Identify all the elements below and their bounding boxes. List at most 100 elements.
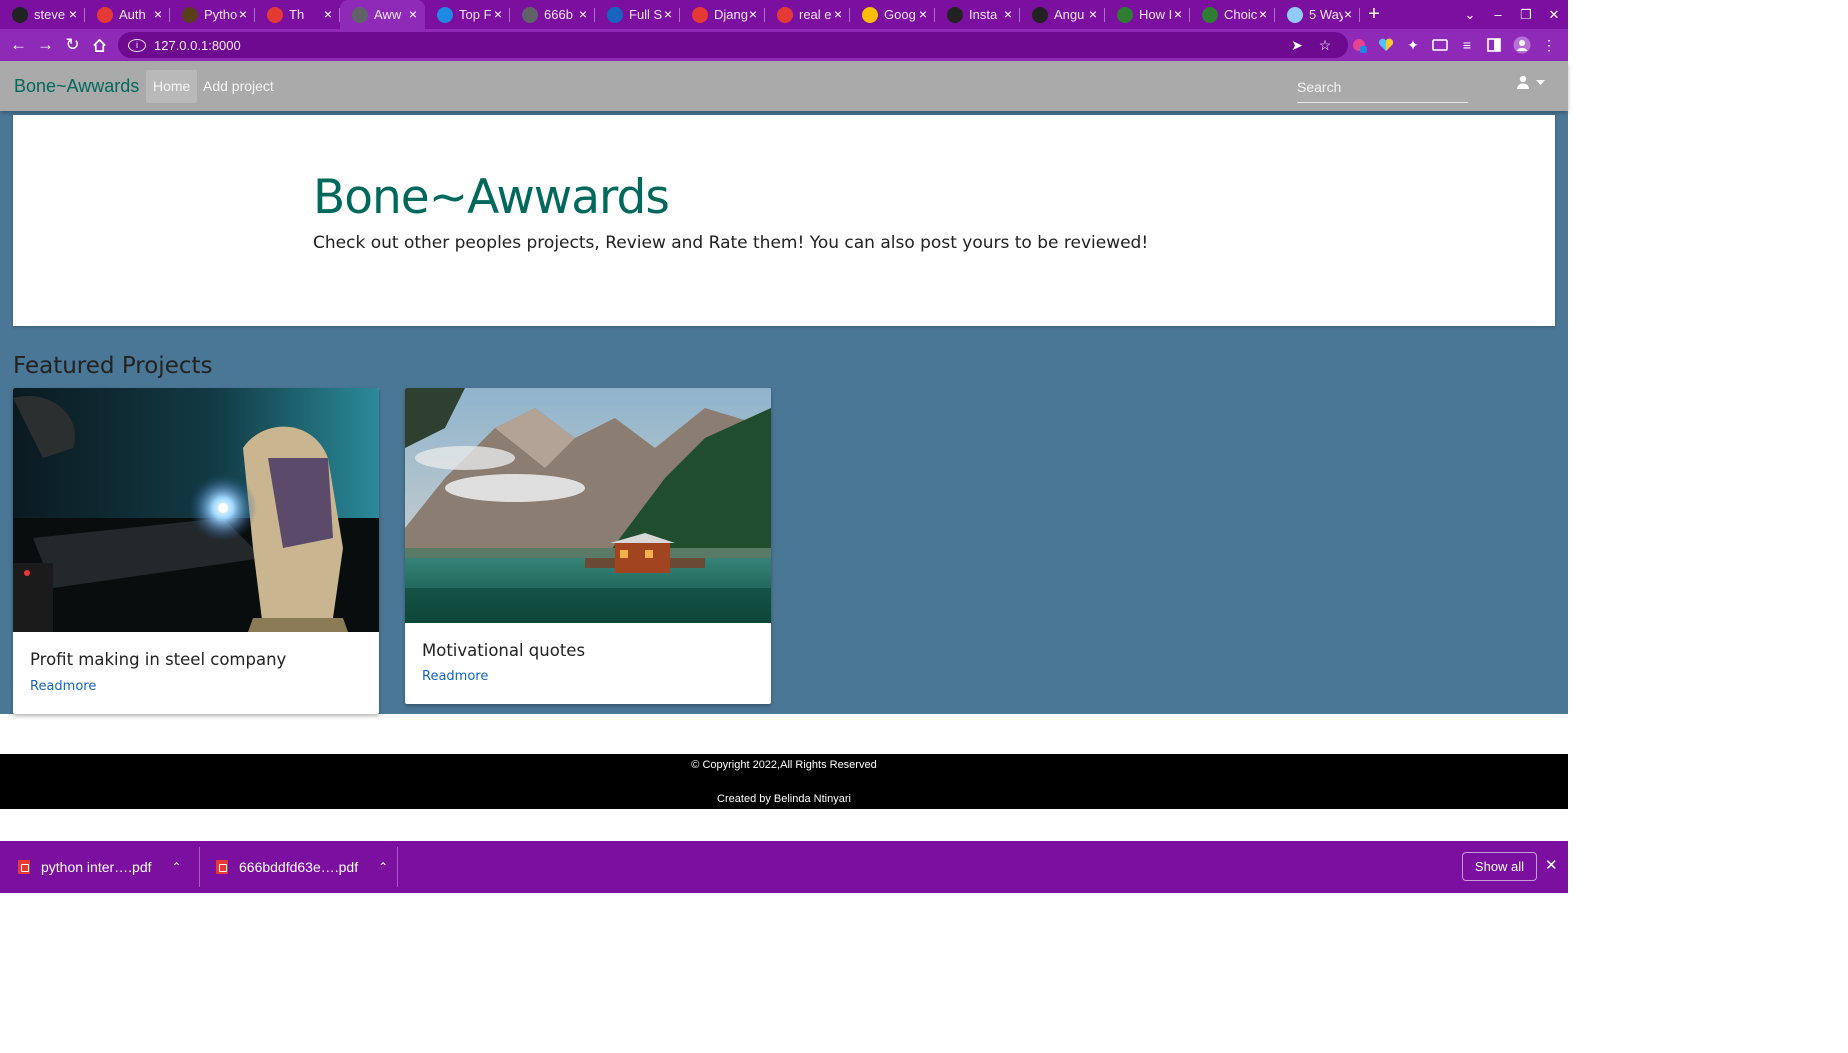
browser-tab[interactable]: Top F × bbox=[425, 0, 510, 29]
browser-tab[interactable]: Pytho × bbox=[170, 0, 255, 29]
youtube-icon bbox=[692, 6, 708, 23]
tab-close-icon[interactable]: × bbox=[409, 7, 417, 21]
browser-menu-icon[interactable]: ⋮ bbox=[1536, 29, 1562, 61]
globe-icon bbox=[522, 6, 538, 23]
tab-close-icon[interactable]: × bbox=[1004, 7, 1012, 21]
browser-tab[interactable]: Full S × bbox=[595, 0, 680, 29]
chevron-up-icon[interactable]: ⌃ bbox=[172, 860, 182, 874]
tab-search-icon[interactable]: ⌄ bbox=[1456, 7, 1484, 23]
search-placeholder: Search bbox=[1297, 79, 1342, 95]
show-all-button[interactable]: Show all bbox=[1462, 852, 1537, 881]
browser-tab[interactable]: Insta × bbox=[935, 0, 1020, 29]
reading-list-icon[interactable]: ≡ bbox=[1454, 29, 1480, 61]
hero-title: Bone~Awwards bbox=[313, 170, 670, 225]
browser-tab[interactable]: Djang × bbox=[680, 0, 765, 29]
tab-title: Auth bbox=[119, 7, 146, 22]
tab-close-icon[interactable]: × bbox=[154, 7, 162, 21]
tab-close-icon[interactable]: × bbox=[834, 7, 842, 21]
tab-close-icon[interactable]: × bbox=[1259, 7, 1267, 21]
readmore-link[interactable]: Readmore bbox=[30, 679, 96, 694]
nav-add-project-link[interactable]: Add project bbox=[196, 70, 281, 103]
user-menu-dropdown[interactable] bbox=[1516, 75, 1545, 89]
tab-close-icon[interactable]: × bbox=[919, 7, 927, 21]
link-icon bbox=[1117, 6, 1133, 23]
browser-tab[interactable]: How I × bbox=[1105, 0, 1190, 29]
tab-close-icon[interactable]: × bbox=[494, 7, 502, 21]
reload-button[interactable]: ↻ bbox=[59, 29, 86, 61]
tab-close-icon[interactable]: × bbox=[1089, 7, 1097, 21]
tab-close-icon[interactable]: × bbox=[1174, 7, 1182, 21]
maximize-icon[interactable]: ❐ bbox=[1512, 7, 1540, 23]
tab-title: Angu bbox=[1054, 7, 1085, 22]
browser-tab[interactable]: Choic × bbox=[1190, 0, 1275, 29]
web-page: Bone~Awwards Home Add project Search Bon… bbox=[0, 61, 1568, 841]
forward-button[interactable]: → bbox=[32, 29, 59, 61]
heart-extension-icon[interactable] bbox=[1373, 29, 1399, 61]
download-item[interactable]: python inter….pdf ⌃ bbox=[0, 841, 200, 893]
tab-title: 5 Way bbox=[1309, 7, 1343, 22]
window-close-icon[interactable]: ✕ bbox=[1540, 7, 1568, 23]
google-drive-icon bbox=[862, 6, 878, 23]
search-input[interactable]: Search bbox=[1297, 76, 1468, 103]
link-icon bbox=[1202, 6, 1218, 23]
browser-tab[interactable]: steve × bbox=[0, 0, 85, 29]
cast-icon[interactable] bbox=[1427, 29, 1453, 61]
browser-tab[interactable]: Auth × bbox=[85, 0, 170, 29]
tab-close-icon[interactable]: × bbox=[579, 7, 587, 21]
chevron-up-icon[interactable]: ⌃ bbox=[378, 860, 388, 874]
browser-tab[interactable]: 666b × bbox=[510, 0, 595, 29]
download-filename: python inter….pdf bbox=[41, 859, 152, 875]
tab-close-icon[interactable]: × bbox=[749, 7, 757, 21]
tab-title: real e bbox=[799, 7, 832, 22]
youtube-icon bbox=[97, 6, 113, 23]
brand-link[interactable]: Bone~Awwards bbox=[14, 76, 139, 97]
browser-tab[interactable]: Aww × bbox=[340, 0, 425, 29]
send-icon[interactable]: ➤ bbox=[1284, 29, 1310, 61]
github-icon bbox=[947, 6, 963, 23]
profile-avatar-icon[interactable] bbox=[1509, 29, 1535, 61]
site-info-icon[interactable]: i bbox=[128, 38, 146, 52]
tab-close-icon[interactable]: × bbox=[239, 7, 247, 21]
extension-badge-icon[interactable] bbox=[1346, 29, 1372, 61]
url-text: 127.0.0.1:8000 bbox=[154, 37, 241, 53]
youtube-icon bbox=[267, 6, 283, 23]
tab-close-icon[interactable]: × bbox=[664, 7, 672, 21]
address-bar: ← → ↻ i 127.0.0.1:8000 ➤ ☆ ✦ ≡ ⋮ bbox=[0, 29, 1568, 61]
footer-copyright: © Copyright 2022,All Rights Reserved bbox=[691, 759, 877, 771]
browser-tab[interactable]: 5 Way × bbox=[1275, 0, 1360, 29]
python-icon bbox=[182, 6, 198, 23]
globe-icon bbox=[352, 6, 368, 23]
app-icon bbox=[1032, 6, 1048, 23]
tab-title: How I bbox=[1139, 7, 1173, 22]
download-filename: 666bddfd63e….pdf bbox=[239, 859, 359, 875]
omnibox[interactable]: i 127.0.0.1:8000 bbox=[118, 32, 1348, 58]
tab-close-icon[interactable]: × bbox=[69, 7, 77, 21]
download-item[interactable]: 666bddfd63e….pdf ⌃ bbox=[200, 841, 398, 893]
youtube-icon bbox=[777, 6, 793, 23]
browser-tab[interactable]: Th × bbox=[255, 0, 340, 29]
tab-close-icon[interactable]: × bbox=[1344, 7, 1352, 21]
user-icon bbox=[1517, 75, 1529, 89]
tab-title: Top F bbox=[459, 7, 492, 22]
tab-title: 666b bbox=[544, 7, 573, 22]
back-button[interactable]: ← bbox=[5, 29, 32, 61]
nav-home-link[interactable]: Home bbox=[146, 70, 198, 103]
browser-tab[interactable]: Angu × bbox=[1020, 0, 1105, 29]
github-icon bbox=[12, 6, 28, 23]
browser-tab[interactable]: Goog × bbox=[850, 0, 935, 29]
extensions-puzzle-icon[interactable]: ✦ bbox=[1400, 29, 1426, 61]
home-button[interactable] bbox=[86, 29, 113, 61]
browser-tab[interactable]: real e × bbox=[765, 0, 850, 29]
tab-title: Insta bbox=[969, 7, 998, 22]
tab-close-icon[interactable]: × bbox=[324, 7, 332, 21]
tab-title: Aww bbox=[374, 7, 402, 22]
side-panel-icon[interactable] bbox=[1481, 29, 1507, 61]
readmore-link[interactable]: Readmore bbox=[422, 669, 488, 684]
close-icon[interactable]: ✕ bbox=[1545, 856, 1558, 874]
window-controls: ⌄ – ❐ ✕ bbox=[1456, 0, 1568, 29]
bookmark-icon bbox=[607, 6, 623, 23]
new-tab-button[interactable]: + bbox=[1360, 0, 1388, 29]
site-footer: © Copyright 2022,All Rights Reserved Cre… bbox=[0, 754, 1568, 809]
bookmark-star-icon[interactable]: ☆ bbox=[1312, 29, 1338, 61]
minimize-icon[interactable]: – bbox=[1484, 7, 1512, 22]
